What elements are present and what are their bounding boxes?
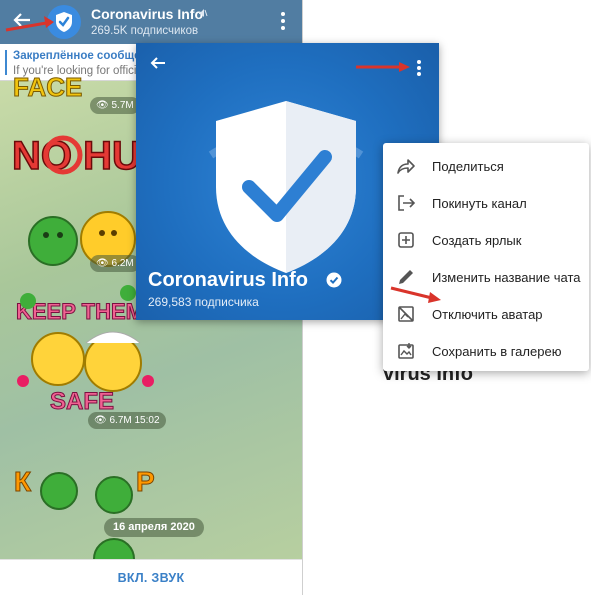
back-arrow-icon[interactable] [150, 55, 166, 75]
annotation-arrow [390, 286, 441, 303]
sticker[interactable]: К Р [14, 461, 164, 559]
subscriber-count: 269.5K подписчиков [91, 25, 199, 37]
unmute-button[interactable]: ВКЛ. ЗВУК [0, 571, 302, 585]
svg-text:FACE: FACE [13, 72, 82, 102]
more-menu-icon[interactable] [279, 12, 287, 32]
view-count: 👁 6.2M [90, 255, 140, 272]
leave-icon [398, 195, 416, 211]
menu-item-label: Покинуть канал [432, 196, 527, 211]
verified-icon [326, 272, 342, 293]
sticker-text: Р [136, 466, 155, 497]
menu-item-label: Отключить аватар [432, 307, 543, 322]
menu-item-label: Изменить название чата [432, 270, 581, 285]
unmute-bar[interactable]: ВКЛ. ЗВУК [0, 559, 302, 595]
view-count: 👁 5.7M [90, 97, 140, 114]
menu-item-create-shortcut[interactable]: Создать ярлык [383, 221, 589, 258]
menu-item-label: Поделиться [432, 159, 504, 174]
profile-title-partial: virus Info [383, 369, 474, 383]
menu-item-label: Сохранить в галерею [432, 344, 562, 359]
sticker-text: К [14, 466, 32, 497]
add-shortcut-icon [398, 232, 414, 248]
profile-title: Coronavirus Info [148, 269, 309, 291]
view-count: 👁 6.7M 15:02 [88, 412, 166, 429]
shield-logo-icon [208, 101, 364, 273]
pinned-title: Закреплённое сообщени [13, 50, 155, 62]
menu-item-leave-channel[interactable]: Покинуть канал [383, 184, 589, 221]
pinned-bar [5, 50, 7, 75]
profile-subscribers: 269,583 подписчика [148, 295, 259, 309]
muted-icon [198, 8, 208, 21]
chat-title[interactable]: Coronavirus Info [91, 6, 203, 22]
menu-item-share[interactable]: Поделиться [383, 147, 589, 184]
sticker-text: SAFE [50, 388, 114, 415]
more-menu-icon[interactable] [416, 60, 422, 78]
menu-item-label: Создать ярлык [432, 233, 522, 248]
context-menu: Поделиться Покинуть канал Создать ярлык … [383, 143, 589, 371]
save-gallery-icon [398, 343, 414, 359]
share-icon [397, 159, 415, 174]
menu-item-save-to-gallery[interactable]: Сохранить в галерею [383, 332, 589, 369]
annotation-arrow [5, 16, 54, 32]
sticker-no-hug[interactable]: NO HUG [8, 121, 143, 271]
annotation-arrow [356, 62, 410, 72]
